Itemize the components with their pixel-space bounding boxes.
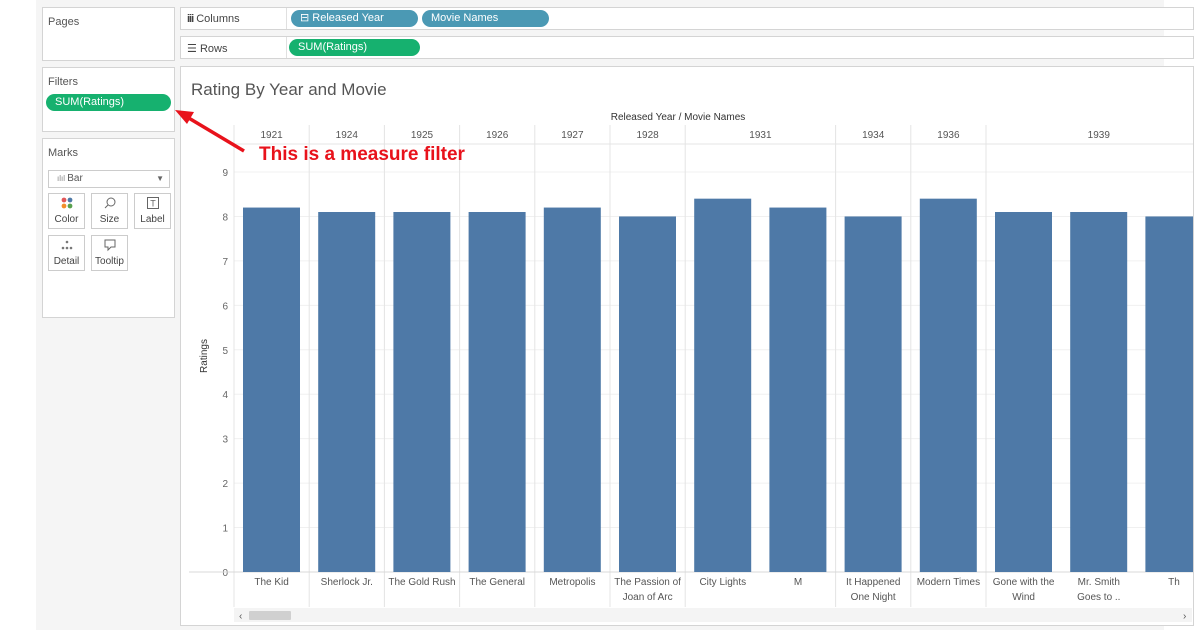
rows-icon: ☰	[187, 43, 197, 55]
mark-type-value: Bar	[67, 173, 83, 184]
size-label: Size	[99, 214, 120, 225]
mark-type-select[interactable]: ılıl Bar ▼	[48, 170, 170, 188]
rows-label-text: Rows	[199, 43, 228, 55]
year-header-label: 1926	[486, 130, 509, 141]
bar	[543, 207, 601, 573]
label-icon: T	[135, 196, 170, 214]
bar	[995, 212, 1052, 572]
color-icon	[49, 196, 84, 214]
category-label: Goes to ..	[1077, 592, 1120, 603]
shelf-divider	[286, 37, 287, 58]
tooltip-button[interactable]: Tooltip	[91, 235, 128, 271]
filters-title: Filters	[48, 76, 78, 88]
detail-label: Detail	[53, 256, 80, 267]
marks-title: Marks	[48, 147, 78, 159]
label-button[interactable]: T Label	[134, 193, 171, 229]
detail-button[interactable]: Detail	[48, 235, 85, 271]
bar	[619, 216, 676, 572]
chart-title: Rating By Year and Movie	[191, 80, 387, 99]
rows-shelf[interactable]: ☰ Rows SUM(Ratings)	[180, 36, 1194, 59]
shelf-divider	[286, 8, 287, 29]
year-header-label: 1931	[749, 130, 772, 141]
chevron-down-icon: ▼	[156, 174, 164, 183]
bar	[769, 207, 827, 573]
label-label: Label	[140, 214, 165, 225]
size-icon	[92, 196, 127, 214]
bar	[243, 207, 300, 573]
category-label: Metropolis	[549, 577, 595, 588]
y-tick-label: 2	[222, 479, 228, 490]
columns-shelf[interactable]: iii Columns ⊟ Released Year Movie Names	[180, 7, 1194, 30]
y-tick-label: 0	[222, 568, 228, 579]
category-label: The Kid	[254, 577, 288, 588]
rows-shelf-label: ☰ Rows	[187, 42, 227, 55]
y-tick-label: 8	[222, 212, 228, 223]
category-label: Mr. Smith	[1078, 577, 1120, 588]
y-tick-label: 5	[222, 346, 228, 357]
color-button[interactable]: Color	[48, 193, 85, 229]
bar-chart-icon: ılıl	[57, 174, 68, 183]
bar	[844, 216, 902, 572]
color-label: Color	[54, 214, 79, 225]
category-label: M	[794, 577, 802, 588]
category-label: Sherlock Jr.	[321, 577, 373, 588]
horizontal-scrollbar	[234, 608, 1192, 622]
filters-card[interactable]: Filters SUM(Ratings)	[42, 67, 175, 132]
bar	[1070, 212, 1128, 572]
filter-pill-sum-ratings[interactable]: SUM(Ratings)	[46, 94, 171, 111]
column-header-title: Released Year / Movie Names	[611, 112, 746, 123]
columns-shelf-label: iii Columns	[187, 13, 240, 25]
category-label: Th	[1168, 577, 1180, 588]
category-label: Wind	[1012, 592, 1035, 603]
columns-icon: iii	[187, 13, 194, 25]
pages-card[interactable]: Pages	[42, 7, 175, 61]
bar	[393, 212, 451, 572]
y-tick-label: 4	[222, 390, 228, 401]
pages-title: Pages	[48, 16, 80, 28]
y-tick-label: 3	[222, 435, 228, 446]
bar	[694, 198, 752, 572]
category-label: Modern Times	[917, 577, 980, 588]
category-label: Gone with the	[993, 577, 1055, 588]
category-label: One Night	[851, 592, 896, 603]
year-header-label: 1925	[411, 130, 434, 141]
y-axis-label: Ratings	[199, 339, 210, 373]
category-label: Joan of Arc	[623, 592, 673, 603]
size-button[interactable]: Size	[91, 193, 128, 229]
year-header-label: 1936	[937, 130, 960, 141]
y-tick-label: 1	[222, 524, 228, 535]
year-header-label: 1939	[1088, 130, 1111, 141]
category-label: The Passion of	[614, 577, 681, 588]
detail-icon	[49, 238, 84, 256]
column-pill-released-year[interactable]: ⊟ Released Year	[291, 10, 418, 27]
column-pill-movie-names[interactable]: Movie Names	[422, 10, 549, 27]
year-header-label: 1927	[561, 130, 584, 141]
bar	[1145, 216, 1193, 572]
category-label: The General	[469, 577, 525, 588]
marks-card: Marks ılıl Bar ▼ Color Size T Label Deta…	[42, 138, 175, 318]
year-header-label: 1928	[636, 130, 659, 141]
tooltip-icon	[92, 238, 127, 256]
year-header-label: 1924	[336, 130, 359, 141]
y-tick-label: 7	[222, 257, 228, 268]
category-label: City Lights	[699, 577, 746, 588]
year-header-label: 1934	[862, 130, 885, 141]
scroll-left-icon: ‹	[239, 611, 242, 622]
bar	[318, 212, 376, 572]
scrollbar-thumb	[249, 611, 291, 620]
category-label: The Gold Rush	[388, 577, 455, 588]
year-header-label: 1921	[260, 130, 283, 141]
row-pill-sum-ratings[interactable]: SUM(Ratings)	[289, 39, 420, 56]
scroll-right-icon: ›	[1183, 611, 1186, 622]
columns-label-text: Columns	[196, 13, 240, 25]
y-tick-label: 6	[222, 301, 228, 312]
bar	[468, 212, 526, 572]
y-tick-label: 9	[222, 168, 228, 179]
category-label: It Happened	[846, 577, 901, 588]
tooltip-label: Tooltip	[95, 256, 124, 267]
bar	[919, 198, 977, 572]
workspace: Pages Filters SUM(Ratings) Marks ılıl Ba…	[36, 0, 1194, 630]
svg-text:T: T	[150, 199, 156, 209]
annotation-text: This is a measure filter	[259, 144, 465, 165]
